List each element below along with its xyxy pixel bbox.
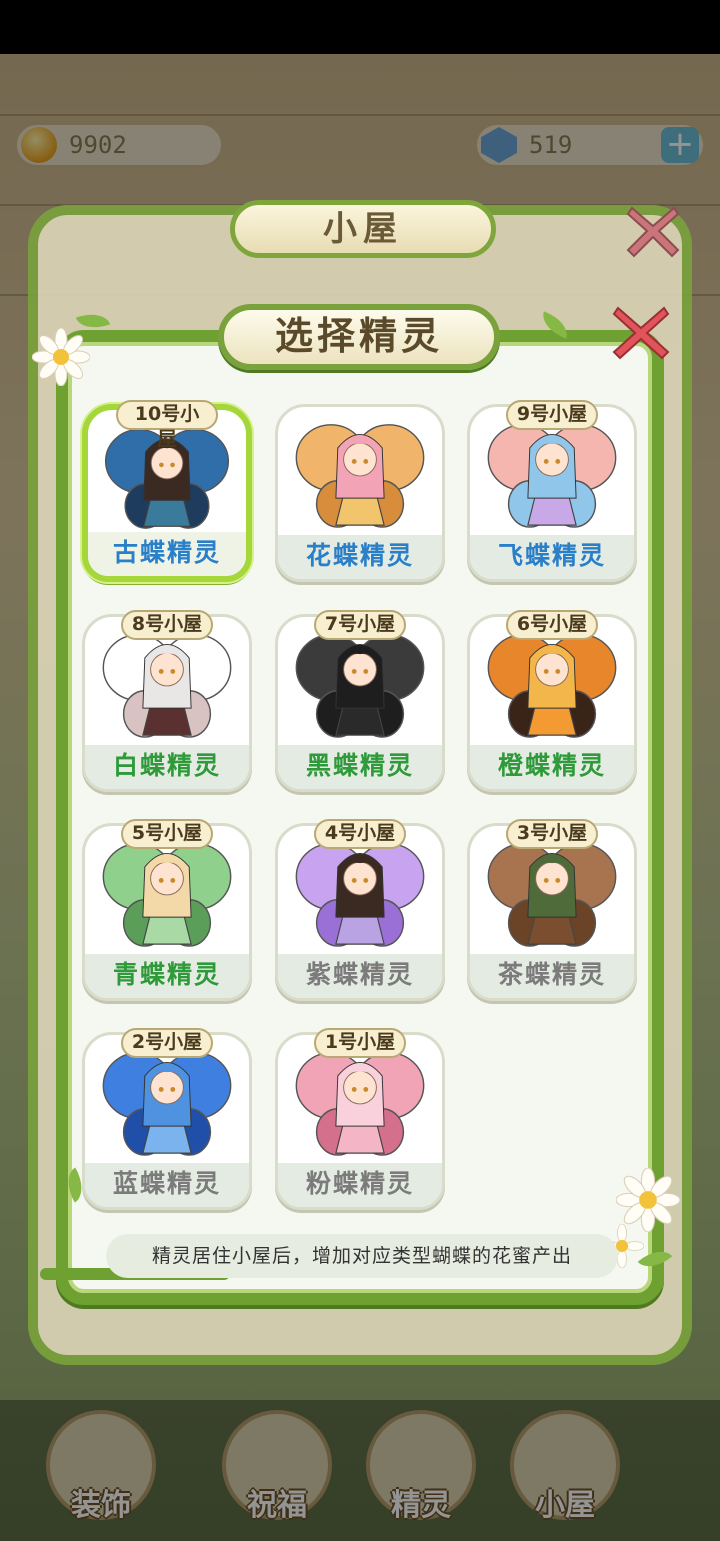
house-number-badge: 4号小屋 xyxy=(314,819,406,849)
fairy-card[interactable]: 黑蝶精灵 xyxy=(275,614,445,792)
flower-decoration-icon xyxy=(32,328,90,386)
fairy-name: 蓝蝶精灵 xyxy=(85,1163,249,1207)
fairy-name: 紫蝶精灵 xyxy=(278,954,442,998)
fairy-name: 黑蝶精灵 xyxy=(278,745,442,789)
house-number-badge: 10号小屋 xyxy=(116,400,218,450)
dialog-title: 选择精灵 xyxy=(218,304,500,370)
fairy-card[interactable]: 粉蝶精灵 xyxy=(275,1032,445,1210)
fairy-name: 青蝶精灵 xyxy=(85,954,249,998)
house-number-badge: 8号小屋 xyxy=(121,610,213,640)
fairy-name: 古蝶精灵 xyxy=(88,532,246,576)
house-number-badge: 5号小屋 xyxy=(121,819,213,849)
dialog-tip: 精灵居住小屋后，增加对应类型蝴蝶的花蜜产出 xyxy=(106,1234,618,1278)
house-number-badge: 3号小屋 xyxy=(506,819,598,849)
fairy-name: 飞蝶精灵 xyxy=(470,535,634,579)
fairy-card[interactable]: 白蝶精灵 xyxy=(82,614,252,792)
flower-decoration-icon xyxy=(616,1168,680,1232)
house-number-badge: 9号小屋 xyxy=(506,400,598,430)
fairy-portrait-icon xyxy=(295,424,425,528)
fairy-name: 粉蝶精灵 xyxy=(278,1163,442,1207)
house-number-badge: 2号小屋 xyxy=(121,1028,213,1058)
fairy-name: 花蝶精灵 xyxy=(278,535,442,579)
fairy-card[interactable]: 蓝蝶精灵 xyxy=(82,1032,252,1210)
house-number-badge: 1号小屋 xyxy=(314,1028,406,1058)
fairy-card[interactable]: 花蝶精灵 xyxy=(275,404,445,582)
close-icon[interactable] xyxy=(608,300,674,366)
fairy-card[interactable]: 飞蝶精灵 xyxy=(467,404,637,582)
house-number-badge: 6号小屋 xyxy=(506,610,598,640)
fairy-name: 白蝶精灵 xyxy=(85,745,249,789)
fairy-card[interactable]: 茶蝶精灵 xyxy=(467,823,637,1001)
fairy-name: 茶蝶精灵 xyxy=(470,954,634,998)
fairy-card[interactable]: 青蝶精灵 xyxy=(82,823,252,1001)
house-number-badge: 7号小屋 xyxy=(314,610,406,640)
fairy-card[interactable]: 紫蝶精灵 xyxy=(275,823,445,1001)
fairy-name: 橙蝶精灵 xyxy=(470,745,634,789)
fairy-card[interactable]: 橙蝶精灵 xyxy=(467,614,637,792)
house-panel-close-icon[interactable] xyxy=(622,200,684,262)
house-panel-title: 小屋 xyxy=(230,200,496,258)
status-bar xyxy=(0,0,720,54)
